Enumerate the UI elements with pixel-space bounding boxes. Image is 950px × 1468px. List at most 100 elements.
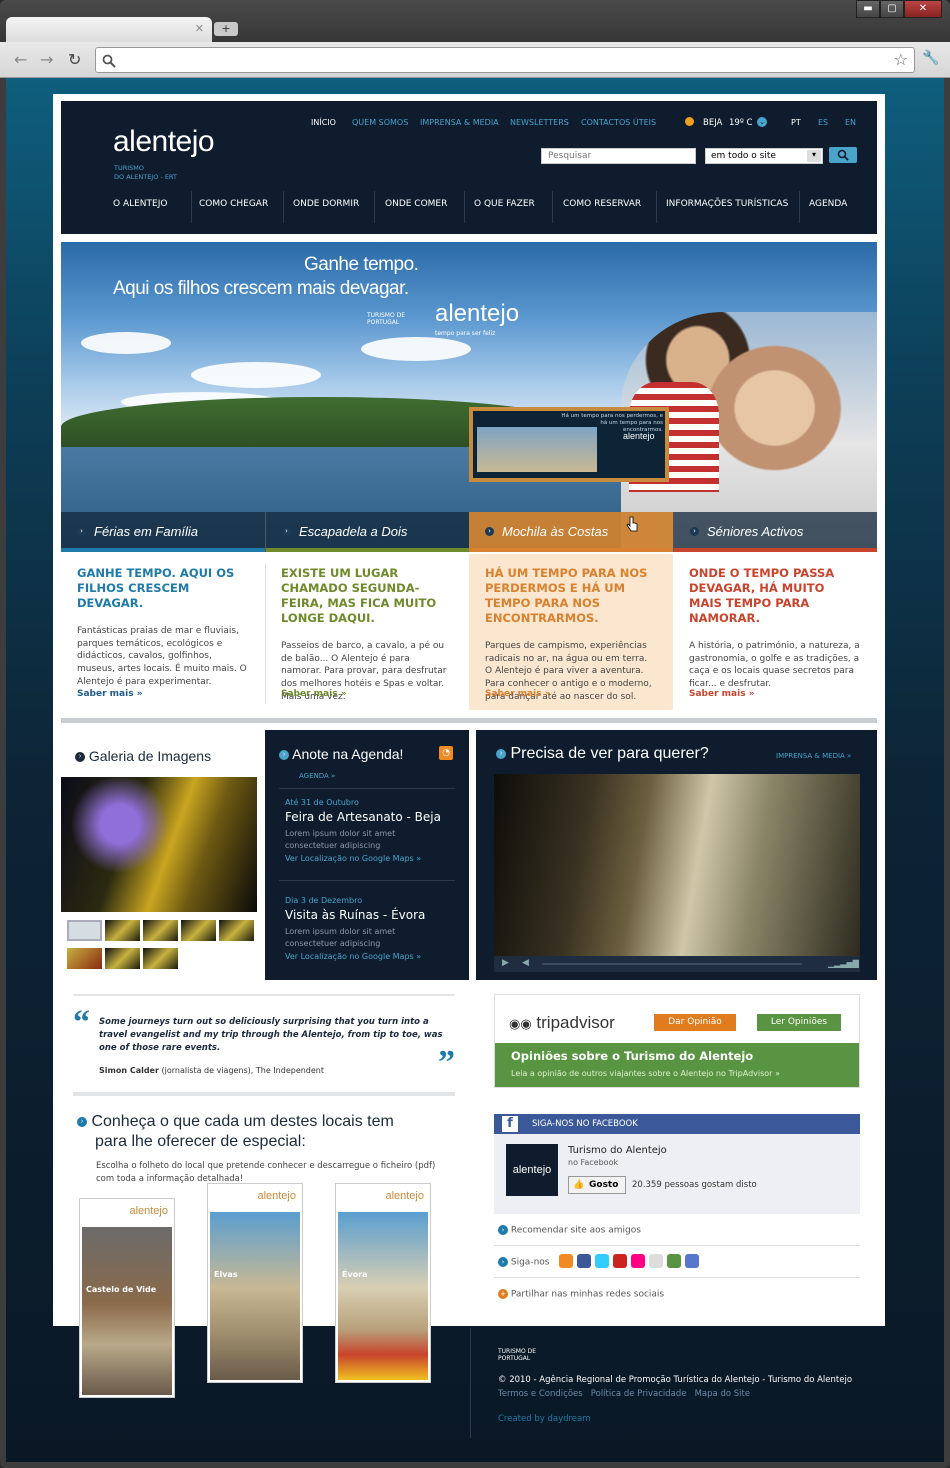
search-input[interactable]: [541, 148, 696, 164]
facebook-page-name[interactable]: Turismo do Alentejo: [568, 1145, 667, 1156]
category-tab-familia[interactable]: › Férias em Família: [61, 512, 265, 552]
tripadvisor-banner[interactable]: Opiniões sobre o Turismo do Alentejo Lei…: [495, 1043, 859, 1087]
ler-opinioes-button[interactable]: Ler Opiniões: [757, 1014, 841, 1031]
share-link: + Partilhar nas minhas redes sociais: [498, 1289, 664, 1300]
play-icon[interactable]: ▶: [502, 958, 509, 968]
wikipedia-icon[interactable]: [649, 1254, 663, 1268]
minimize-button[interactable]: ▬: [856, 0, 880, 18]
lang-es[interactable]: ES: [818, 118, 828, 127]
gallery-thumb[interactable]: [181, 920, 216, 941]
saber-mais-link[interactable]: Saber mais »: [485, 689, 551, 699]
forward-icon[interactable]: →: [40, 50, 53, 69]
gallery-thumb[interactable]: [105, 948, 140, 969]
event-map-link[interactable]: Ver Localização no Google Maps »: [285, 854, 421, 863]
toplink-inicio[interactable]: INÍCIO: [311, 118, 336, 127]
gallery-main-image[interactable]: [61, 777, 257, 912]
weather-dropdown-icon[interactable]: ⌄: [757, 117, 767, 127]
hero-title-2: Aqui os filhos crescem mais devagar.: [113, 278, 409, 299]
wrench-icon[interactable]: 🔧: [922, 50, 939, 66]
nav-onde-dormir[interactable]: ONDE DORMIR: [293, 199, 359, 209]
arrow-icon: ›: [75, 752, 85, 763]
dar-opiniao-button[interactable]: Dar Opinião: [654, 1014, 736, 1031]
flickr-icon[interactable]: [631, 1254, 645, 1268]
toplink-newsletters[interactable]: NEWSLETTERS: [510, 118, 569, 127]
footer-tp-logo: TURISMO DE PORTUGAL: [498, 1348, 537, 1362]
address-bar[interactable]: ☆: [95, 47, 915, 73]
footer-link-sitemap[interactable]: Mapa do Site: [695, 1389, 750, 1399]
nav-informacoes[interactable]: INFORMAÇÕES TURÍSTICAS: [666, 199, 788, 209]
facebook-icon[interactable]: [577, 1254, 591, 1268]
feature-title: GANHE TEMPO. AQUI OS FILHOS CRESCEM DEVA…: [77, 566, 235, 610]
footer-credit[interactable]: Created by daydream: [498, 1414, 591, 1424]
toplink-quem-somos[interactable]: QUEM SOMOS: [352, 118, 408, 127]
feature-title: ONDE O TEMPO PASSA DEVAGAR, HÁ MUITO MAI…: [689, 566, 835, 625]
search-icon: [102, 54, 116, 68]
brochure-evora[interactable]: alentejo Évora: [335, 1183, 431, 1383]
category-tab-seniores[interactable]: › Séniores Activos: [673, 512, 877, 552]
tripadvisor-icon[interactable]: [667, 1254, 681, 1268]
nav-separator: [464, 191, 465, 223]
nav-onde-comer[interactable]: ONDE COMER: [385, 199, 447, 209]
back-icon[interactable]: ←: [14, 50, 27, 69]
search-scope-select[interactable]: em todo o site ▾: [705, 148, 823, 164]
maximize-button[interactable]: ▢: [880, 0, 904, 18]
nav-o-que-fazer[interactable]: O QUE FAZER: [474, 199, 535, 209]
close-window-button[interactable]: ✕: [904, 0, 942, 18]
event-name[interactable]: Visita às Ruínas - Évora: [285, 908, 425, 922]
event-map-link[interactable]: Ver Localização no Google Maps »: [285, 952, 421, 961]
search-button[interactable]: [829, 147, 857, 163]
saber-mais-link[interactable]: Saber mais »: [689, 689, 755, 699]
twitter-icon[interactable]: [595, 1254, 609, 1268]
video-player[interactable]: [494, 774, 860, 956]
close-tab-icon[interactable]: ✕: [195, 22, 204, 35]
nav-como-chegar[interactable]: COMO CHEGAR: [199, 199, 268, 209]
share-row[interactable]: + Partilhar nas minhas redes sociais: [494, 1278, 860, 1310]
gallery-thumb[interactable]: [67, 920, 102, 941]
brochure-elvas[interactable]: alentejo Elvas: [207, 1183, 303, 1383]
facebook-like-button[interactable]: 👍 Gosto: [568, 1176, 626, 1194]
nav-como-reservar[interactable]: COMO RESERVAR: [563, 199, 641, 209]
lang-en[interactable]: EN: [845, 118, 856, 127]
video-progress[interactable]: [542, 963, 802, 965]
event-desc: Lorem ipsum dolor sit amet consectetuer …: [285, 829, 396, 850]
event-date: Até 31 de Outubro: [285, 798, 359, 807]
toplink-contactos[interactable]: CONTACTOS ÚTEIS: [581, 118, 656, 127]
facebook-like-count: 20.359 pessoas gostam disto: [632, 1180, 757, 1190]
reload-icon[interactable]: ↻: [68, 50, 81, 69]
volume-bars-icon[interactable]: ▁▂▃▅▇: [828, 959, 859, 968]
facebook-avatar[interactable]: alentejo: [506, 1144, 558, 1196]
footer-link-terms[interactable]: Termos e Condições: [498, 1389, 583, 1399]
category-tab-mochila[interactable]: › Mochila às Costas: [469, 512, 673, 552]
youtube-icon[interactable]: [613, 1254, 627, 1268]
category-tab-dois[interactable]: › Escapadela a Dois: [265, 512, 470, 552]
gallery-thumb[interactable]: [143, 948, 178, 969]
agenda-link[interactable]: AGENDA »: [299, 772, 335, 780]
nav-o-alentejo[interactable]: O ALENTEJO: [113, 199, 167, 209]
video-media-link[interactable]: IMPRENSA & MEDIA »: [776, 752, 851, 760]
rss-icon[interactable]: ◔: [439, 746, 453, 760]
gallery-thumb[interactable]: [67, 948, 102, 969]
event-name[interactable]: Feira de Artesanato - Beja: [285, 810, 441, 824]
recommend-row[interactable]: › Recomendar site aos amigos: [494, 1214, 860, 1246]
bookmark-star-icon[interactable]: ☆: [894, 50, 908, 69]
saber-mais-link[interactable]: Saber mais »: [77, 689, 143, 699]
gallery-thumb[interactable]: [143, 920, 178, 941]
brochure-castelo-de-vide[interactable]: alentejo Castelo de Vide: [79, 1198, 175, 1398]
mini-video-preview[interactable]: Há um tempo para nos perdermos, e há um …: [469, 407, 669, 482]
browser-tab[interactable]: ✕: [6, 17, 212, 43]
footer-link-privacy[interactable]: Política de Privacidade: [591, 1389, 687, 1399]
lang-pt[interactable]: PT: [791, 118, 801, 127]
event-desc: Lorem ipsum dolor sit amet consectetuer …: [285, 927, 396, 948]
gallery-thumb[interactable]: [105, 920, 140, 941]
volume-icon[interactable]: ◀: [522, 958, 529, 968]
cursor-hand-icon: [626, 516, 638, 532]
rss-icon[interactable]: [559, 1254, 573, 1268]
gallery-thumb[interactable]: [219, 920, 254, 941]
toplink-imprensa[interactable]: IMPRENSA & MEDIA: [420, 118, 499, 127]
saber-mais-link[interactable]: Saber mais »: [281, 689, 347, 699]
checklist-icon[interactable]: [685, 1254, 699, 1268]
new-tab-button[interactable]: +: [214, 22, 238, 36]
arrow-icon: ›: [498, 1225, 508, 1235]
site-logo[interactable]: alentejo: [113, 125, 215, 159]
nav-agenda[interactable]: AGENDA: [809, 199, 847, 209]
